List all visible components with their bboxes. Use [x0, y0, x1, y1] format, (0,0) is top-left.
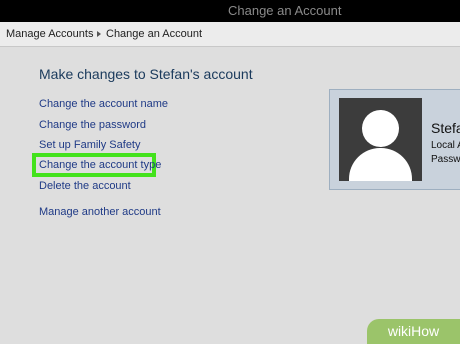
account-name: Stefa — [431, 120, 460, 136]
avatar-head — [362, 110, 399, 147]
avatar-body — [349, 148, 412, 181]
window-title: Change an Account — [228, 3, 342, 18]
account-password-status: Passw — [431, 154, 460, 165]
manage-another-account-link[interactable]: Manage another account — [39, 206, 161, 218]
wikihow-watermark: wikiHow — [367, 319, 460, 344]
family-safety-link[interactable]: Set up Family Safety — [39, 139, 141, 151]
delete-account-link[interactable]: Delete the account — [39, 180, 131, 192]
page-title: Make changes to Stefan's account — [39, 66, 253, 82]
account-type: Local A — [431, 140, 460, 151]
change-account-type-link[interactable]: Change the account type — [39, 159, 161, 171]
breadcrumb: Manage Accounts Change an Account — [0, 22, 460, 47]
breadcrumb-manage-accounts[interactable]: Manage Accounts — [6, 22, 93, 46]
breadcrumb-change-account[interactable]: Change an Account — [106, 22, 202, 46]
user-avatar-icon — [339, 98, 422, 181]
change-password-link[interactable]: Change the password — [39, 119, 146, 131]
title-bar: Change an Account — [0, 0, 460, 22]
account-card: Stefa Local A Passw — [329, 89, 460, 190]
change-account-name-link[interactable]: Change the account name — [39, 98, 168, 110]
chevron-right-icon — [97, 31, 101, 37]
